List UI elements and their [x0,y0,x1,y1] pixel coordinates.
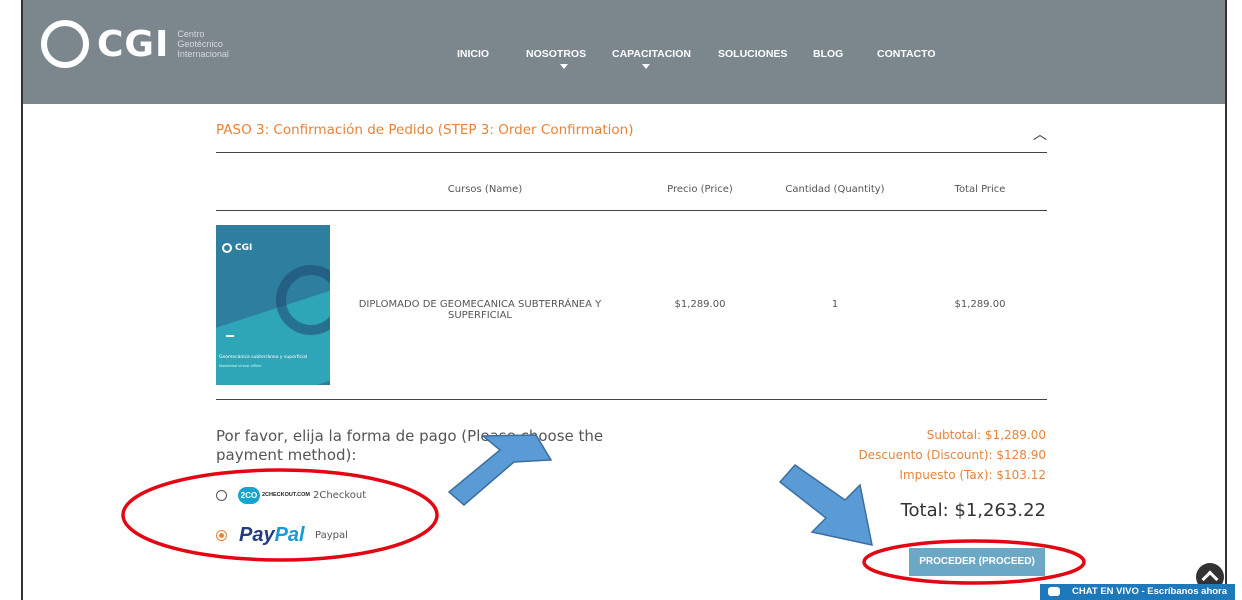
live-chat-label: CHAT EN VIVO - Escríbanos ahora [1072,586,1228,597]
discount: Descuento (Discount): $128.90 [858,448,1046,462]
nav-soluciones[interactable]: SOLUCIONES [718,48,787,60]
thumb-dash [226,335,234,337]
proceed-button[interactable]: PROCEDER (PROCEED) [909,548,1045,576]
thumb-subcaption: Modalidad virtual offline [219,364,262,368]
nav-nosotros-caret-icon[interactable] [560,64,568,69]
col-header-name: Cursos (Name) [447,184,523,195]
course-thumbnail[interactable]: CGI Geomecánica subterránea y superficia… [216,225,330,385]
nav-blog[interactable]: BLOG [813,48,843,60]
radio-paypal[interactable] [216,530,227,541]
logo-subtitle: Centro Geotécnico Internacional [177,29,229,59]
paypal-logo-pal: Pal [274,524,305,546]
divider [216,210,1047,211]
nav-contacto[interactable]: CONTACTO [877,48,936,60]
logo-text: CGI [97,23,170,65]
thumb-logo-ring-icon [222,243,232,253]
nav-inicio[interactable]: INICIO [457,48,489,60]
subtotal: Subtotal: $1,289.00 [926,428,1046,442]
thumb-caption: Geomecánica subterránea y superficial [219,355,308,360]
logo-subtitle-line: Geotécnico [177,39,223,49]
col-header-price: Precio (Price) [667,184,733,195]
course-total: $1,289.00 [954,299,1006,310]
course-name: DIPLOMADO DE GEOMECANICA SUBTERRÁNEA Y S… [358,299,602,321]
label-paypal[interactable]: Paypal [315,530,348,541]
paypal-logo: PayPal [239,524,305,547]
chevron-up-icon[interactable]: ︿ [1033,124,1047,144]
tax: Impuesto (Tax): $103.12 [899,468,1046,482]
step-title[interactable]: PASO 3: Confirmación de Pedido (STEP 3: … [216,122,634,138]
radio-2checkout[interactable] [216,490,227,501]
divider [216,399,1047,400]
annotation-arrow-proceed-icon [778,464,873,546]
paypal-logo-pay: Pay [239,524,275,546]
grand-total: Total: $1,263.22 [900,500,1046,521]
site-header: CGI Centro Geotécnico Internacional INIC… [23,0,1225,104]
nav-capacitacion-caret-icon[interactable] [642,64,650,69]
label-2checkout[interactable]: 2Checkout [313,490,366,501]
course-price: $1,289.00 [674,299,726,310]
col-header-total: Total Price [954,184,1006,195]
thumb-logo: CGI [222,243,252,253]
live-chat-button[interactable]: CHAT EN VIVO - Escríbanos ahora [1040,584,1235,600]
chat-bubble-icon [1048,587,1060,596]
2checkout-badge-icon: 2CO [238,487,260,504]
logo-subtitle-line: Internacional [177,49,229,59]
divider [216,152,1047,153]
payment-prompt: Por favor, elija la forma de pago (Pleas… [216,427,604,464]
nav-capacitacion[interactable]: CAPACITACION [612,48,691,60]
nav-nosotros[interactable]: NOSOTROS [526,48,586,60]
2checkout-logo-text: 2CHECKOUT.COM [262,492,310,498]
site-logo[interactable]: CGI Centro Geotécnico Internacional [41,20,229,68]
course-quantity: 1 [831,299,839,310]
logo-ring-icon [41,20,89,68]
window-border-right [1225,0,1227,600]
thumb-brand: CGI [235,243,253,253]
logo-subtitle-line: Centro [177,29,205,39]
col-header-quantity: Cantidad (Quantity) [785,184,885,195]
